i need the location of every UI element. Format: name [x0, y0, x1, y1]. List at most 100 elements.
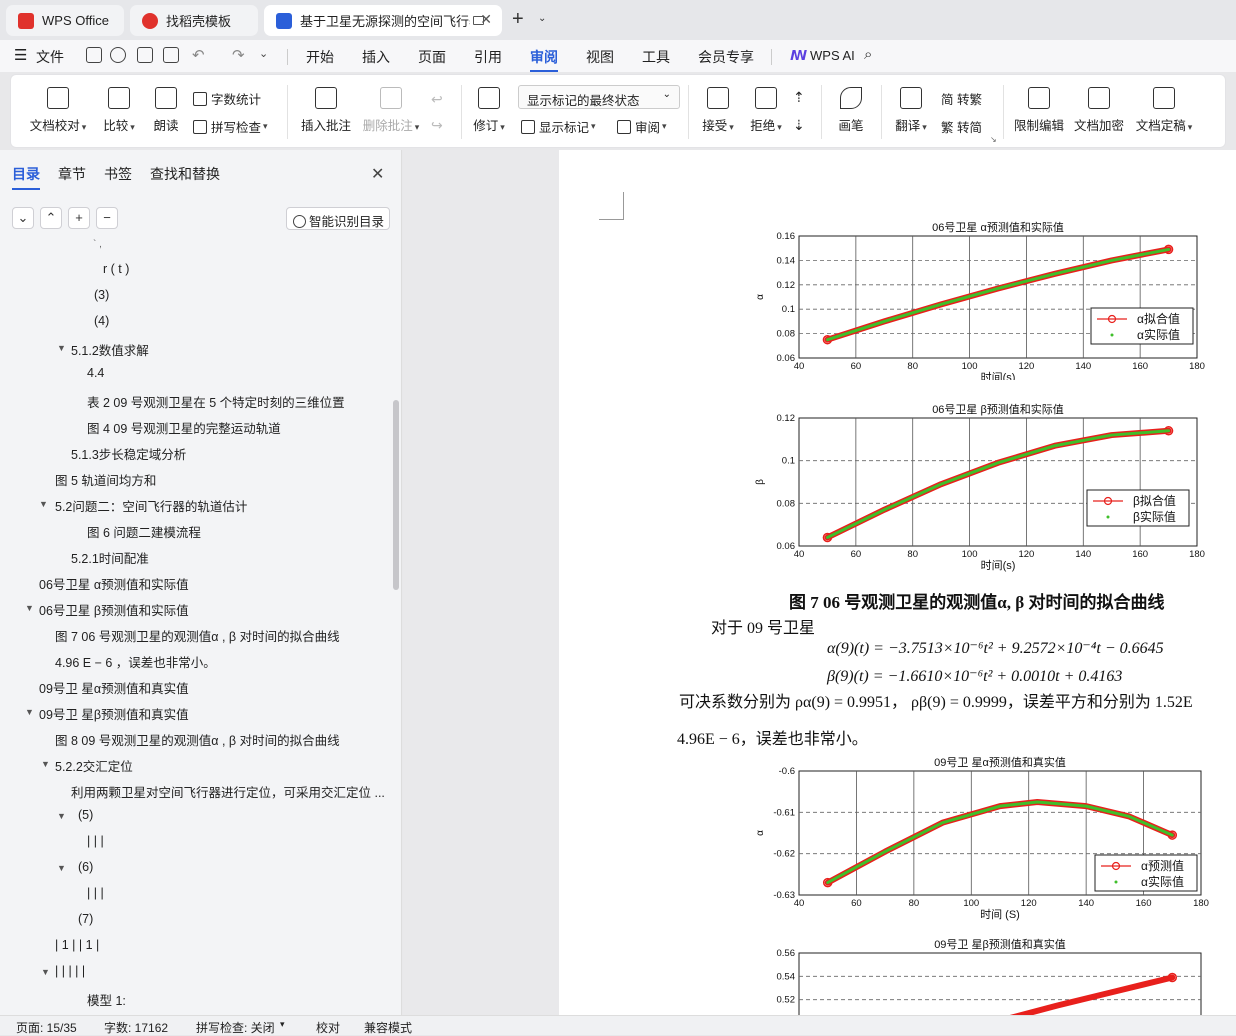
group-expand-icon[interactable]: ↘ — [990, 135, 997, 144]
menu-member[interactable]: 会员专享 — [698, 47, 754, 67]
markup-display-select[interactable]: 显示标记的最终状态 ⌄ — [518, 85, 680, 109]
toc-item[interactable]: (3) — [94, 288, 109, 302]
restrict-edit-button[interactable]: 限制编辑 — [1013, 87, 1065, 134]
translate-button[interactable]: 翻译 ▾ — [891, 87, 931, 134]
finalize-button[interactable]: 文档定稿 ▾ — [1133, 87, 1195, 134]
toc-item[interactable]: | | | — [87, 834, 104, 848]
tab-toc[interactable]: 目录 — [12, 164, 40, 190]
close-tab-icon[interactable]: ✕ — [480, 11, 492, 28]
toc-item[interactable]: 表 2 09 号观测卫星在 5 个特定时刻的三维位置 — [87, 392, 345, 411]
quick-access-chevron-icon[interactable]: ⌄ — [259, 47, 268, 60]
toc-item[interactable]: (7) — [78, 912, 93, 926]
search-icon[interactable]: ⌕ — [864, 46, 872, 63]
toc-expand-arrow-icon[interactable]: ▼ — [41, 967, 50, 977]
toc-item[interactable]: | | | — [87, 886, 104, 900]
encrypt-button[interactable]: 文档加密 — [1073, 87, 1125, 134]
add-heading-button[interactable]: + — [68, 207, 90, 229]
insert-comment-button[interactable]: 插入批注 — [299, 87, 353, 134]
delete-comment-button[interactable]: 删除批注 ▾ — [359, 87, 423, 134]
collapse-up-button[interactable]: ⌃ — [40, 207, 62, 229]
tab-list-chevron-icon[interactable]: ⌄ — [538, 13, 546, 24]
toc-item[interactable]: 4.96 E − 6 ，误差也非常小。 — [55, 652, 216, 671]
toc-expand-arrow-icon[interactable]: ▼ — [57, 863, 66, 873]
smart-toc-button[interactable]: 智能识别目录 — [286, 207, 390, 230]
toc-item[interactable]: (6) — [78, 860, 93, 874]
compare-button[interactable]: 比较 ▾ — [97, 87, 141, 134]
toc-item[interactable]: 5.2.1时间配准 — [71, 548, 149, 567]
status-word-count[interactable]: 字数: 17162 — [104, 1019, 168, 1036]
new-tab-plus-icon[interactable]: + — [512, 8, 524, 31]
to-traditional-button[interactable]: 简 转繁 — [941, 89, 982, 108]
reject-button[interactable]: 拒绝 ▾ — [747, 87, 785, 134]
tab-chapters[interactable]: 章节 — [58, 164, 86, 184]
toc-expand-arrow-icon[interactable]: ▼ — [25, 707, 34, 717]
toc-item[interactable]: 图 4 09 号观测卫星的完整运动轨道 — [87, 418, 281, 437]
save-icon[interactable] — [86, 47, 102, 63]
status-spell-check[interactable]: 拼写检查: 关闭 — [196, 1019, 275, 1036]
toc-item[interactable]: 图 7 06 号观测卫星的观测值α , β 对时间的拟合曲线 — [55, 626, 340, 645]
accept-button[interactable]: 接受 ▾ — [699, 87, 737, 134]
toc-item[interactable]: 09号卫 星β预测值和真实值 — [39, 704, 189, 723]
menu-home[interactable]: 开始 — [306, 47, 334, 67]
toc-item[interactable]: 5.1.2数值求解 — [71, 340, 149, 359]
close-panel-icon[interactable]: ✕ — [371, 164, 384, 184]
toc-item[interactable]: 图 6 问题二建模流程 — [87, 522, 201, 541]
review-pane-button[interactable]: 审阅 ▾ — [617, 117, 667, 136]
menu-review[interactable]: 审阅 — [530, 47, 558, 72]
prev-change-icon[interactable]: ⇡ — [793, 89, 805, 106]
tab-find-replace[interactable]: 查找和替换 — [150, 164, 220, 184]
toc-item[interactable]: 5.2问题二：空间飞行器的轨道估计 — [55, 496, 247, 515]
format-painter-icon[interactable] — [110, 47, 126, 63]
next-change-icon[interactable]: ⇣ — [793, 117, 805, 134]
print-preview-icon[interactable] — [163, 47, 179, 63]
menu-tools[interactable]: 工具 — [642, 47, 670, 67]
toc-item[interactable]: 09号卫 星α预测值和真实值 — [39, 678, 189, 697]
pen-button[interactable]: 画笔 — [835, 87, 867, 134]
remove-heading-button[interactable]: − — [96, 207, 118, 229]
show-markup-button[interactable]: 显示标记 ▾ — [521, 117, 596, 136]
panel-scrollbar[interactable] — [393, 400, 399, 590]
undo-icon[interactable]: ↶ — [192, 46, 205, 64]
redo-icon[interactable]: ↷ — [232, 46, 245, 64]
read-aloud-button[interactable]: 朗读 — [149, 87, 183, 134]
toc-item[interactable]: 5.2.2交汇定位 — [55, 756, 133, 775]
toc-expand-arrow-icon[interactable]: ▼ — [57, 811, 66, 821]
toc-item[interactable]: 利用两颗卫星对空间飞行器进行定位，可采用交汇定位 ... — [71, 782, 385, 801]
menu-view[interactable]: 视图 — [586, 47, 614, 67]
document-page[interactable]: 06号卫星 α预测值和实际值 40 60 80 100 120 140 160 180 0.06 0… — [559, 150, 1236, 1015]
status-page[interactable]: 页面: 15/35 — [16, 1019, 77, 1036]
spell-check-button[interactable]: 拼写检查 ▾ — [193, 117, 268, 136]
status-proof[interactable]: 校对 — [316, 1019, 340, 1036]
next-comment-icon[interactable]: ↪ — [431, 117, 443, 134]
hamburger-icon[interactable]: ☰ — [14, 46, 27, 64]
toc-item[interactable]: 图 5 轨道间均方和 — [55, 470, 156, 489]
toc-expand-arrow-icon[interactable]: ▼ — [57, 343, 66, 353]
menu-page[interactable]: 页面 — [418, 47, 446, 67]
doc-check-button[interactable]: 文档校对 ▾ — [29, 87, 87, 134]
toc-item[interactable]: (4) — [94, 314, 109, 328]
toc-item[interactable]: 4.4 — [87, 366, 104, 380]
menu-reference[interactable]: 引用 — [474, 47, 502, 67]
toc-item[interactable]: | 1 | | 1 | — [55, 938, 99, 952]
collapse-down-button[interactable]: ⌄ — [12, 207, 34, 229]
menu-wps-ai[interactable]: WPS AI — [810, 48, 855, 63]
toc-item[interactable]: 06号卫星 α预测值和实际值 — [39, 574, 189, 593]
toc-item[interactable]: 模型 1: — [87, 990, 126, 1009]
tab-bookmarks[interactable]: 书签 — [104, 164, 132, 184]
toc-item[interactable]: | | | | | — [55, 964, 85, 978]
toc-expand-arrow-icon[interactable]: ▼ — [39, 499, 48, 509]
menu-file[interactable]: 文件 — [36, 47, 64, 67]
tab-wps-office[interactable]: WPS Office — [6, 5, 124, 36]
toc-expand-arrow-icon[interactable]: ▼ — [25, 603, 34, 613]
toc-item[interactable]: 06号卫星 β预测值和实际值 — [39, 600, 189, 619]
toc-item[interactable]: 5.1.3步长稳定域分析 — [71, 444, 186, 463]
word-count-button[interactable]: 字数统计 — [193, 89, 261, 108]
tab-template[interactable]: 找稻壳模板 — [130, 5, 258, 36]
prev-comment-icon[interactable]: ↩ — [431, 91, 443, 108]
to-simplified-button[interactable]: 繁 转简 — [941, 117, 982, 136]
tab-document[interactable]: 基于卫星无源探测的空间飞行器 ✕ — [264, 5, 502, 36]
toc-item[interactable]: r ( t ) — [103, 262, 129, 276]
toc-item[interactable]: (5) — [78, 808, 93, 822]
revise-button[interactable]: 修订 ▾ — [469, 87, 509, 134]
menu-insert[interactable]: 插入 — [362, 47, 390, 67]
